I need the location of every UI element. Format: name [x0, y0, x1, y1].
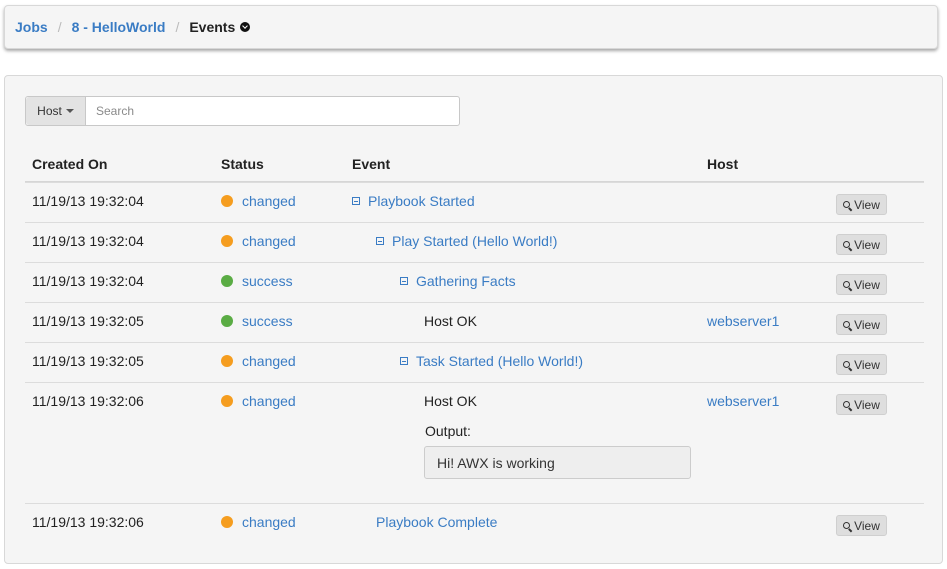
status-link[interactable]: changed [242, 193, 296, 209]
search-filter-label: Host [37, 104, 62, 118]
breadcrumb-events-dropdown[interactable]: Events [189, 19, 251, 35]
created-on-cell: 11/19/13 19:32:05 [32, 313, 144, 329]
view-button[interactable]: View [836, 194, 887, 215]
status-link[interactable]: changed [242, 233, 296, 249]
view-button[interactable]: View [836, 515, 887, 536]
collapse-icon[interactable] [400, 357, 408, 365]
search-group: Host [25, 96, 460, 126]
view-button[interactable]: View [836, 314, 887, 335]
breadcrumb-jobs-link[interactable]: Jobs [15, 19, 48, 35]
created-on-cell: 11/19/13 19:32:04 [32, 193, 144, 209]
created-on-cell: 11/19/13 19:32:05 [32, 353, 144, 369]
status-link[interactable]: success [242, 313, 293, 329]
view-button-label: View [854, 357, 880, 372]
chevron-down-icon [240, 22, 251, 32]
output-box: Hi! AWX is working [424, 446, 691, 479]
view-button[interactable]: View [836, 354, 887, 375]
created-on-cell: 11/19/13 19:32:04 [32, 233, 144, 249]
status-changed-dot-icon [221, 516, 233, 528]
status-cell: changed [221, 193, 296, 209]
status-cell: success [221, 273, 293, 289]
created-on-cell: 11/19/13 19:32:04 [32, 273, 144, 289]
view-button[interactable]: View [836, 394, 887, 415]
zoom-in-icon [843, 241, 851, 248]
status-changed-dot-icon [221, 195, 233, 207]
event-link[interactable]: Playbook Complete [376, 514, 497, 530]
status-success-dot-icon [221, 315, 233, 327]
breadcrumb-separator: / [175, 19, 180, 35]
breadcrumb-job-link[interactable]: 8 - HelloWorld [72, 19, 166, 35]
status-success-dot-icon [221, 275, 233, 287]
event-link[interactable]: Task Started (Hello World!) [416, 353, 583, 369]
table-row: 11/19/13 19:32:04 changed Play Started (… [25, 222, 924, 263]
column-header-status[interactable]: Status [221, 156, 264, 172]
status-link[interactable]: success [242, 273, 293, 289]
status-changed-dot-icon [221, 355, 233, 367]
status-cell: changed [221, 353, 296, 369]
table-row: 11/19/13 19:32:04 changed Playbook Start… [25, 182, 924, 223]
search-input[interactable] [86, 97, 459, 125]
table-row: 11/19/13 19:32:06 changed Host OK webser… [25, 382, 924, 503]
host-link[interactable]: webserver1 [707, 313, 779, 329]
event-cell: Host OK [424, 313, 477, 329]
view-button-label: View [854, 237, 880, 252]
search-filter-dropdown[interactable]: Host [26, 97, 86, 125]
created-on-cell: 11/19/13 19:32:06 [32, 393, 144, 409]
column-header-host[interactable]: Host [707, 156, 738, 172]
collapse-icon[interactable] [352, 197, 360, 205]
event-cell: Playbook Started [352, 193, 475, 209]
caret-down-icon [65, 109, 74, 113]
column-header-created-on[interactable]: Created On [32, 156, 107, 172]
status-cell: changed [221, 514, 296, 530]
event-cell: Host OK [424, 393, 477, 409]
events-panel: Host Created On Status Event Host 11/19/… [4, 75, 943, 564]
output-label: Output: [425, 423, 471, 439]
created-on-cell: 11/19/13 19:32:06 [32, 514, 144, 530]
status-link[interactable]: changed [242, 393, 296, 409]
zoom-in-icon [843, 522, 851, 529]
event-link[interactable]: Gathering Facts [416, 273, 516, 289]
status-link[interactable]: changed [242, 514, 296, 530]
table-row: 11/19/13 19:32:04 success Gathering Fact… [25, 262, 924, 303]
zoom-in-icon [843, 361, 851, 368]
view-button-label: View [854, 317, 880, 332]
breadcrumb: Jobs / 8 - HelloWorld / Events [4, 5, 938, 49]
event-cell: Play Started (Hello World!) [376, 233, 557, 249]
table-row: 11/19/13 19:32:05 changed Task Started (… [25, 342, 924, 383]
zoom-in-icon [843, 401, 851, 408]
view-button-label: View [854, 277, 880, 292]
zoom-in-icon [843, 281, 851, 288]
collapse-icon[interactable] [400, 277, 408, 285]
view-button-label: View [854, 397, 880, 412]
status-cell: success [221, 313, 293, 329]
view-button-label: View [854, 197, 880, 212]
event-link[interactable]: Playbook Started [368, 193, 475, 209]
breadcrumb-current-label: Events [189, 19, 236, 35]
status-link[interactable]: changed [242, 353, 296, 369]
view-button-label: View [854, 518, 880, 533]
status-cell: changed [221, 393, 296, 409]
table-row: 11/19/13 19:32:06 changed Playbook Compl… [25, 503, 924, 544]
view-button[interactable]: View [836, 234, 887, 255]
event-cell: Playbook Complete [376, 514, 497, 530]
event-cell: Gathering Facts [400, 273, 516, 289]
status-cell: changed [221, 233, 296, 249]
host-link[interactable]: webserver1 [707, 393, 779, 409]
zoom-in-icon [843, 201, 851, 208]
event-link[interactable]: Play Started (Hello World!) [392, 233, 557, 249]
breadcrumb-separator: / [57, 19, 62, 35]
table-row: 11/19/13 19:32:05 success Host OK webser… [25, 302, 924, 343]
view-button[interactable]: View [836, 274, 887, 295]
zoom-in-icon [843, 321, 851, 328]
status-changed-dot-icon [221, 235, 233, 247]
status-changed-dot-icon [221, 395, 233, 407]
collapse-icon[interactable] [376, 237, 384, 245]
event-cell: Task Started (Hello World!) [400, 353, 583, 369]
column-header-event[interactable]: Event [352, 156, 390, 172]
